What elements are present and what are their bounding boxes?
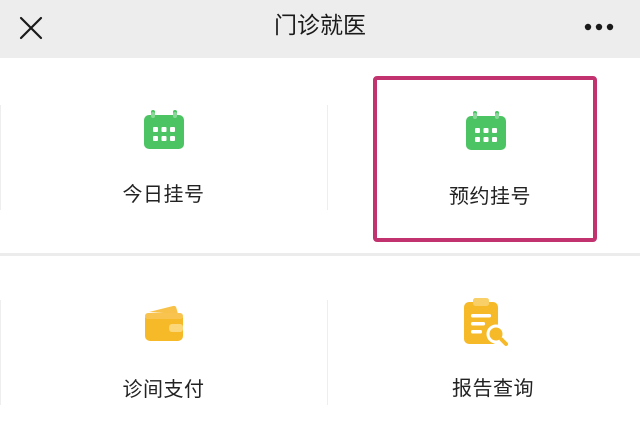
calendar-icon	[143, 110, 184, 149]
calendar-icon	[466, 111, 506, 150]
tile-today-registration[interactable]: 今日挂号	[0, 60, 327, 252]
tile-clinic-payment[interactable]: 诊间支付	[0, 258, 327, 437]
tile-report-query[interactable]: 报告查询	[328, 258, 640, 437]
tile-label: 诊间支付	[122, 377, 205, 401]
row-divider	[0, 253, 640, 256]
close-button[interactable]	[12, 9, 50, 47]
tile-label: 报告查询	[452, 376, 534, 400]
top-bar: 门诊就医	[0, 0, 640, 58]
wallet-icon	[144, 305, 183, 341]
tile-label: 今日挂号	[122, 182, 205, 206]
close-icon	[19, 16, 43, 40]
report-search-icon	[464, 298, 508, 346]
tile-label: 预约挂号	[449, 184, 531, 208]
more-button[interactable]	[576, 10, 622, 44]
page-title: 门诊就医	[274, 13, 366, 39]
more-dots-icon	[584, 23, 614, 31]
tile-appointment-registration[interactable]: 预约挂号	[328, 60, 640, 252]
